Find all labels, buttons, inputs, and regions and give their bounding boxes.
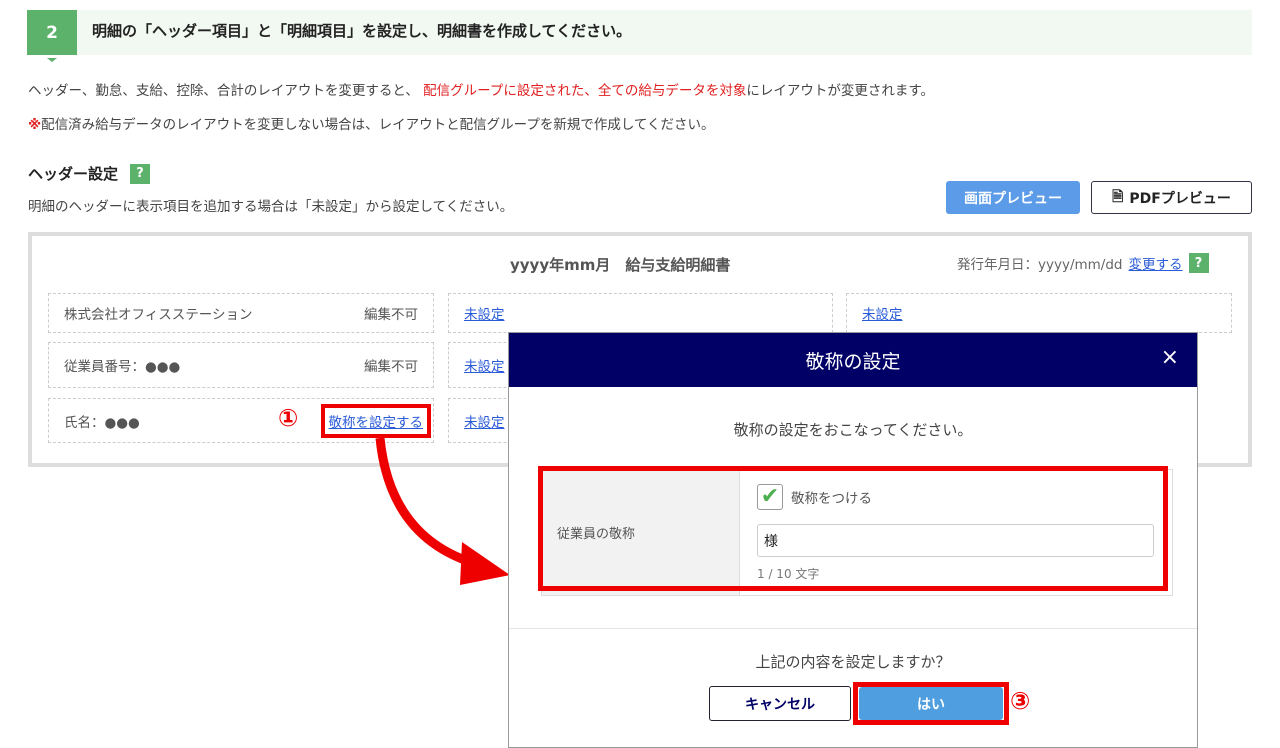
cell-status: 編集不可: [364, 359, 418, 375]
notice-suffix: にレイアウトが変更されます。: [746, 83, 934, 99]
change-date-link[interactable]: 変更する: [1129, 253, 1183, 273]
modal-header: 敬称の設定: [509, 333, 1197, 387]
modal-instruction: 敬称の設定をおこなってください。: [733, 421, 973, 439]
section-title: ヘッダー設定: [28, 165, 119, 183]
pdf-preview-label: PDFプレビュー: [1129, 190, 1231, 207]
cell-status: 編集不可: [364, 307, 418, 323]
header-cell: 未設定: [448, 293, 833, 333]
annotation-1: ①: [278, 404, 299, 432]
cell-label: 従業員番号：●●●: [64, 359, 181, 375]
cell-label: 氏名：●●●: [64, 414, 140, 431]
note-line: ※配信済み給与データのレイアウトを変更しない場合は、レイアウトと配信グループを新…: [28, 113, 715, 133]
ok-button[interactable]: はい: [859, 687, 1003, 720]
confirm-question: 上記の内容を設定しますか？: [755, 653, 951, 671]
section-description: 明細のヘッダーに表示項目を追加する場合は「未設定」から設定してください。: [28, 199, 514, 215]
honorific-modal: 敬称の設定 × 敬称の設定をおこなってください。 従業員の敬称 ✔ 敬称をつける …: [508, 332, 1198, 748]
unset-link[interactable]: 未設定: [862, 303, 903, 323]
header-cell: 未設定: [846, 293, 1232, 333]
pdf-preview-button[interactable]: 🗎 PDFプレビュー: [1091, 181, 1252, 214]
preview-title: yyyy年mm月 給与支給明細書: [510, 256, 731, 274]
unset-link[interactable]: 未設定: [464, 411, 505, 431]
header-cell: 従業員番号：●●● 編集不可: [48, 342, 434, 388]
help-icon[interactable]: ?: [1188, 253, 1209, 273]
notice-line: ヘッダー、勤怠、支給、控除、合計のレイアウトを変更すると、 配信グループに設定さ…: [28, 79, 934, 99]
notice-prefix: ヘッダー、勤怠、支給、控除、合計のレイアウトを変更すると、: [28, 83, 419, 99]
cell-label: 株式会社オフィスステーション: [64, 307, 253, 323]
issue-date: 発行年月日：yyyy/mm/dd 変更する?: [957, 253, 1209, 273]
header-cell: 株式会社オフィスステーション 編集不可: [48, 293, 434, 333]
step-number: 2: [27, 10, 77, 62]
close-icon[interactable]: ×: [1161, 345, 1179, 370]
red-arrow-icon: [375, 437, 510, 585]
issue-date-label: 発行年月日：yyyy/mm/dd: [957, 257, 1123, 273]
note-mark: ※: [28, 117, 42, 133]
unset-link[interactable]: 未設定: [464, 355, 505, 375]
divider: [509, 628, 1197, 629]
notice-highlight: 配信グループに設定された、全ての給与データを対象: [423, 83, 747, 99]
screen-preview-button[interactable]: 画面プレビュー: [946, 181, 1080, 214]
annotation-3: ③: [1010, 687, 1031, 715]
unset-link[interactable]: 未設定: [464, 303, 505, 323]
help-icon[interactable]: ?: [130, 163, 151, 184]
note-text: 配信済み給与データのレイアウトを変更しない場合は、レイアウトと配信グループを新規…: [41, 117, 715, 133]
document-icon: 🗎: [1112, 188, 1124, 205]
step-title: 明細の「ヘッダー項目」と「明細項目」を設定し、明細書を作成してください。: [92, 22, 632, 40]
cancel-button[interactable]: キャンセル: [709, 686, 851, 721]
highlight-box: [538, 466, 1168, 591]
modal-title: 敬称の設定: [805, 350, 901, 373]
header-settings-heading: ヘッダー設定?: [28, 163, 151, 184]
